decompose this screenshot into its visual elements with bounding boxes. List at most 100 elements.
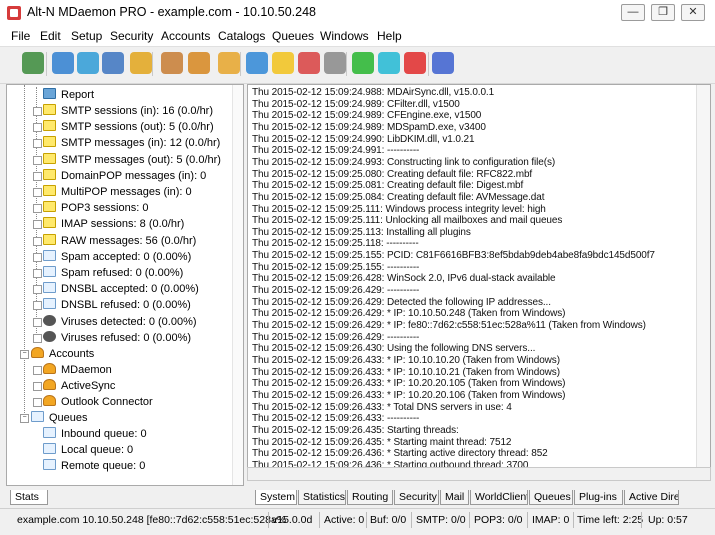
expand-toggle[interactable]: [33, 155, 42, 165]
tree-item-queues[interactable]: Queues: [31, 410, 88, 426]
menu-edit[interactable]: Edit: [40, 26, 61, 46]
lock-icon[interactable]: [130, 52, 152, 74]
tab-system[interactable]: System: [255, 490, 297, 505]
minimize-button[interactable]: —: [621, 4, 645, 21]
tree-item-stat[interactable]: Spam refused: 0 (0.00%): [43, 265, 183, 281]
tree-item-report[interactable]: Report: [43, 87, 94, 103]
menu-help[interactable]: Help: [377, 26, 402, 46]
tree-item-stat[interactable]: IMAP sessions: 8 (0.0/hr): [43, 216, 184, 232]
tree-item-accounts[interactable]: Accounts: [31, 346, 94, 362]
mail-filter-icon: [43, 298, 56, 310]
expand-toggle[interactable]: [33, 188, 42, 197]
tree-item-stat[interactable]: SMTP messages (out): 5 (0.0/hr): [43, 152, 221, 168]
log-vertical-scrollbar[interactable]: [696, 85, 710, 467]
stats-tree[interactable]: Report SMTP sessions (in): 16 (0.0/hr) SM…: [6, 84, 244, 486]
expand-toggle[interactable]: [33, 301, 42, 311]
tab-stats[interactable]: Stats: [10, 490, 48, 505]
menu-catalogs[interactable]: Catalogs: [218, 26, 265, 46]
users-icon[interactable]: [218, 52, 240, 74]
virus-icon: [43, 314, 56, 326]
tree-item-stat[interactable]: SMTP sessions (out): 5 (0.0/hr): [43, 119, 214, 135]
close-button[interactable]: ✕: [681, 4, 705, 21]
log-line: Thu 2015-02-12 15:09:26.433: * IP: 10.20…: [252, 389, 566, 401]
tab-plug-ins[interactable]: Plug-ins: [574, 490, 623, 505]
expand-toggle[interactable]: [33, 204, 42, 214]
expand-toggle[interactable]: [33, 252, 42, 262]
expand-toggle[interactable]: [33, 317, 42, 327]
search-icon[interactable]: [102, 52, 124, 74]
user-icon[interactable]: [188, 52, 210, 74]
refresh-yellow-icon[interactable]: [272, 52, 294, 74]
queues-collapse-toggle[interactable]: −: [20, 414, 29, 423]
funnel-icon[interactable]: [77, 52, 99, 74]
expand-toggle[interactable]: [33, 220, 42, 230]
restore-button[interactable]: ❐: [651, 4, 675, 21]
refresh-grey-icon[interactable]: [324, 52, 346, 74]
tree-item-account[interactable]: ActiveSync: [43, 378, 115, 394]
cyan-light-icon[interactable]: [378, 52, 400, 74]
green-light-icon[interactable]: [352, 52, 374, 74]
tree-item-label: IMAP sessions: 8 (0.0/hr): [61, 218, 185, 231]
tree-item-stat[interactable]: MultiPOP messages (in): 0: [43, 184, 192, 200]
expand-toggle[interactable]: [33, 269, 42, 278]
tree-item-stat[interactable]: RAW messages: 56 (0.0/hr): [43, 233, 196, 249]
help-icon[interactable]: [432, 52, 454, 74]
expand-toggle[interactable]: [33, 398, 42, 407]
menu-file[interactable]: File: [11, 26, 30, 46]
tree-item-label: Local queue: 0: [61, 444, 134, 456]
tree-item-stat[interactable]: DNSBL accepted: 0 (0.00%): [43, 281, 199, 297]
tree-item-account[interactable]: MDaemon: [43, 362, 112, 378]
tree-item-queue[interactable]: Local queue: 0: [43, 442, 133, 458]
tab-statistics[interactable]: Statistics: [298, 490, 346, 505]
menu-windows[interactable]: Windows: [320, 26, 369, 46]
window-title: Alt-N MDaemon PRO - example.com - 10.10.…: [27, 5, 317, 19]
menu-setup[interactable]: Setup: [71, 26, 102, 46]
tree-item-stat[interactable]: DomainPOP messages (in): 0: [43, 168, 206, 184]
log-line: Thu 2015-02-12 15:09:26.436: * Starting …: [252, 448, 548, 460]
menu-queues[interactable]: Queues: [272, 26, 314, 46]
green-check-icon[interactable]: [22, 52, 44, 74]
tab-queues[interactable]: Queues: [529, 490, 573, 505]
envelope-icon: [43, 136, 56, 148]
mail-filter-icon: [43, 282, 56, 294]
expand-toggle[interactable]: [33, 333, 42, 343]
expand-toggle[interactable]: [33, 236, 42, 246]
tree-item-account[interactable]: Outlook Connector: [43, 394, 153, 410]
system-log[interactable]: Thu 2015-02-12 15:09:24.988: MDAirSync.d…: [247, 84, 711, 480]
status-host: example.com 10.10.50.248 [fe80::7d62:c55…: [17, 514, 287, 526]
tree-item-stat[interactable]: Viruses detected: 0 (0.00%): [43, 314, 197, 330]
globe-icon[interactable]: [52, 52, 74, 74]
tree-item-stat[interactable]: Viruses refused: 0 (0.00%): [43, 330, 191, 346]
expand-toggle[interactable]: [33, 139, 42, 149]
tab-mail[interactable]: Mail: [440, 490, 469, 505]
expand-toggle[interactable]: [33, 107, 42, 116]
log-line: Thu 2015-02-12 15:09:25.155: ----------: [252, 261, 420, 273]
menu-accounts[interactable]: Accounts: [161, 26, 210, 46]
expand-toggle[interactable]: [33, 171, 42, 181]
log-line: Thu 2015-02-12 15:09:26.429: ----------: [252, 331, 420, 343]
tree-item-stat[interactable]: POP3 sessions: 0: [43, 200, 148, 216]
user-edit-icon[interactable]: [161, 52, 183, 74]
tree-item-queue[interactable]: Inbound queue: 0: [43, 426, 147, 442]
tab-routing[interactable]: Routing: [347, 490, 393, 505]
red-light-icon[interactable]: [404, 52, 426, 74]
log-horizontal-scrollbar[interactable]: [247, 467, 711, 481]
expand-toggle[interactable]: [33, 123, 42, 133]
tree-item-stat[interactable]: SMTP sessions (in): 16 (0.0/hr): [43, 103, 213, 119]
tab-security[interactable]: Security: [394, 490, 439, 505]
expand-toggle[interactable]: [33, 366, 42, 375]
accounts-collapse-toggle[interactable]: −: [20, 350, 29, 359]
tree-item-stat[interactable]: Spam accepted: 0 (0.00%): [43, 249, 191, 265]
log-line: Thu 2015-02-12 15:09:25.118: ----------: [252, 238, 419, 250]
refresh-blue-icon[interactable]: [246, 52, 268, 74]
tree-vertical-scrollbar[interactable]: [232, 85, 243, 485]
expand-toggle[interactable]: [33, 382, 42, 391]
tab-active-dire[interactable]: Active Dire: [624, 490, 679, 505]
tab-worldclient[interactable]: WorldClient: [470, 490, 528, 505]
menu-security[interactable]: Security: [110, 26, 153, 46]
expand-toggle[interactable]: [33, 285, 42, 295]
tree-item-stat[interactable]: DNSBL refused: 0 (0.00%): [43, 297, 191, 313]
tree-item-queue[interactable]: Remote queue: 0: [43, 458, 145, 474]
tree-item-stat[interactable]: SMTP messages (in): 12 (0.0/hr): [43, 135, 220, 151]
refresh-red-icon[interactable]: [298, 52, 320, 74]
